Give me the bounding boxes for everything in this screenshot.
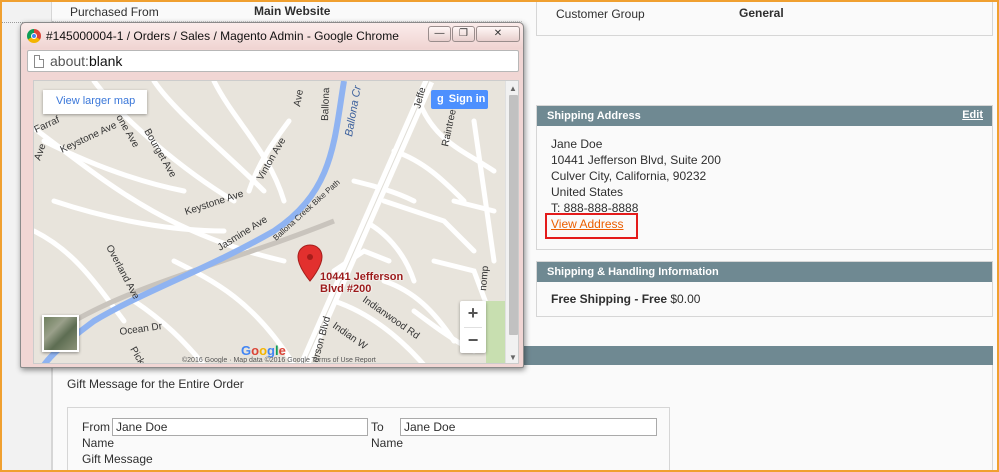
map-viewport[interactable]: Bourget Ave Ballona Cr Ballona Jeffe Far… <box>33 80 519 364</box>
close-button[interactable]: ✕ <box>476 26 520 42</box>
gift-to-sublabel: Name <box>371 436 404 450</box>
edit-shipping-address-link[interactable]: Edit <box>962 109 983 121</box>
shipping-address-header: Shipping Address Edit <box>537 106 992 126</box>
shipping-method-line: Free Shipping - Free $0.00 <box>537 282 992 316</box>
scroll-down-icon[interactable]: ▼ <box>509 353 517 362</box>
highlight-box <box>545 213 638 239</box>
label-ballona: Ballona <box>320 87 332 121</box>
zoom-control: + − <box>460 301 486 353</box>
map-canvas[interactable]: Bourget Ave Ballona Cr Ballona Jeffe Far… <box>34 81 505 364</box>
chrome-icon <box>27 29 41 43</box>
purchased-from-label: Purchased From <box>70 5 159 19</box>
park-area <box>486 301 505 363</box>
gift-message-label: Gift Message <box>82 452 153 466</box>
map-copyright: ©2016 Google · Map data ©2016 Google Ter… <box>182 357 376 364</box>
address-city: Culver City, California, 90232 <box>551 169 707 183</box>
gift-from-label: From <box>82 420 110 434</box>
label-thomp: nomp <box>478 265 491 291</box>
url-scheme: about: <box>50 53 89 69</box>
gift-to-input[interactable] <box>400 418 657 436</box>
vertical-scrollbar[interactable]: ▲ ▼ <box>505 81 518 363</box>
zoom-in-button[interactable]: + <box>460 301 486 327</box>
gift-from-sublabel: Name <box>82 436 115 450</box>
pin-address-label: 10441 Jefferson Blvd #200 <box>320 271 403 295</box>
shipping-method: Free Shipping <box>551 292 632 306</box>
customer-group-value: General <box>739 6 784 20</box>
map-popup-window: #145000004-1 / Orders / Sales / Magento … <box>20 22 524 368</box>
gift-to-label: To <box>371 420 384 434</box>
shipping-price-label: Free <box>641 292 668 306</box>
shipping-handling-header: Shipping & Handling Information <box>537 262 992 282</box>
google-plus-icon: g <box>437 93 444 105</box>
account-info-box: Customer Group General <box>536 0 993 36</box>
gift-message-section: Gift Message for the Entire Order From N… <box>52 365 993 472</box>
zoom-out-button[interactable]: − <box>460 328 486 354</box>
popup-window-title: #145000004-1 / Orders / Sales / Magento … <box>46 29 399 43</box>
address-street: 10441 Jefferson Blvd, Suite 200 <box>551 153 721 167</box>
order-info-row: Purchased From Main Website <box>52 0 522 22</box>
gift-from-input[interactable] <box>112 418 368 436</box>
url-text: about:blank <box>50 53 122 69</box>
pin-label-line1: 10441 Jefferson <box>320 271 404 283</box>
google-logo: Google <box>241 343 286 358</box>
customer-group-label: Customer Group <box>556 7 645 21</box>
sign-in-label: Sign in <box>448 93 486 105</box>
pin-label-line2: Blvd #200 <box>320 283 372 295</box>
minimize-button[interactable]: — <box>428 26 451 42</box>
address-country: United States <box>551 185 624 199</box>
shipping-separator: - <box>631 292 642 306</box>
view-larger-map-button[interactable]: View larger map <box>43 90 147 114</box>
purchased-from-value: Main Website <box>254 4 331 18</box>
page-icon <box>34 55 44 68</box>
shipping-handling-box: Shipping & Handling Information Free Shi… <box>536 261 993 317</box>
url-path: blank <box>88 53 123 69</box>
scroll-up-icon[interactable]: ▲ <box>509 84 517 93</box>
sign-in-button[interactable]: g Sign in <box>431 90 488 109</box>
address-name: Jane Doe <box>551 137 603 151</box>
satellite-toggle[interactable] <box>42 315 79 352</box>
gift-message-title: Gift Message for the Entire Order <box>67 377 244 391</box>
shipping-price-value: $0.00 <box>667 292 701 306</box>
shipping-address-title: Shipping Address <box>547 110 641 122</box>
popup-title-bar[interactable]: #145000004-1 / Orders / Sales / Magento … <box>21 23 523 49</box>
gift-message-form: From Name To Name Gift Message <box>67 407 670 472</box>
url-bar[interactable]: about:blank <box>27 50 519 72</box>
restore-button[interactable]: ❐ <box>452 26 475 42</box>
scrollbar-thumb[interactable] <box>509 95 518 335</box>
shipping-handling-title: Shipping & Handling Information <box>547 266 719 278</box>
